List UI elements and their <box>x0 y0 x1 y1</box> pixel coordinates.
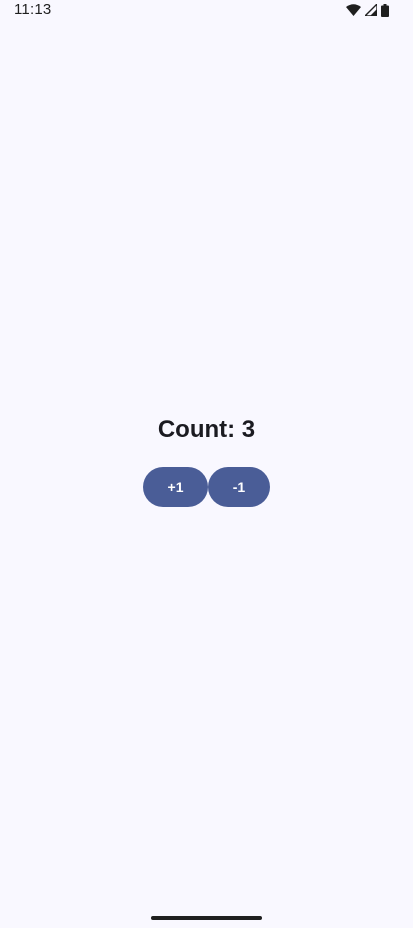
button-row: +1 -1 <box>0 467 413 507</box>
status-time: 11:13 <box>14 1 52 18</box>
decrement-button[interactable]: -1 <box>208 467 270 507</box>
count-text: Count: 3 <box>157 416 256 443</box>
gesture-nav-handle[interactable] <box>151 916 262 920</box>
status-bar: 11:13 <box>0 0 413 22</box>
increment-button[interactable]: +1 <box>143 467 208 507</box>
battery-icon <box>381 3 389 17</box>
status-icons <box>346 3 389 17</box>
wifi-icon <box>346 4 361 16</box>
signal-icon <box>365 4 377 16</box>
